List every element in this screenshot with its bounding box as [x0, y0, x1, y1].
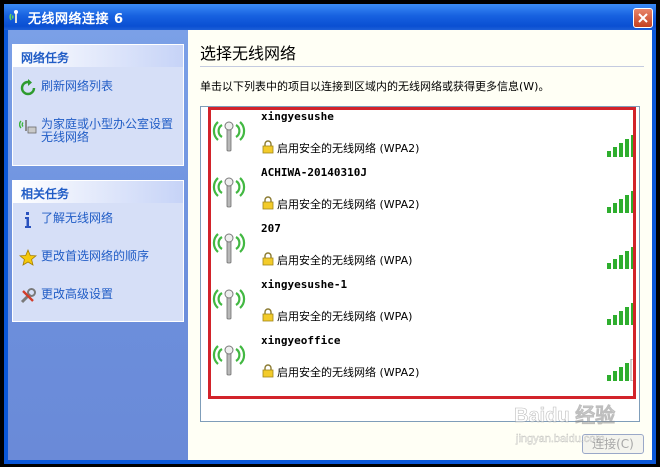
window: 无线网络连接 6 网络任务 刷新网络列表 为家庭或小型办公室设置无线网络 相关任…	[4, 4, 656, 464]
sidebar-item-label: 为家庭或小型办公室设置无线网络	[41, 117, 174, 144]
lock-icon	[262, 140, 274, 154]
wireless-connection-icon	[9, 10, 18, 23]
wireless-antenna-icon	[212, 121, 246, 152]
sidebar-item-advanced-settings[interactable]: 更改高级设置	[19, 287, 179, 307]
panel-header-related-tasks[interactable]: 相关任务	[13, 181, 183, 203]
network-security: 启用安全的无线网络 (WPA)	[277, 254, 413, 267]
network-security: 启用安全的无线网络 (WPA)	[277, 310, 413, 323]
lock-icon	[262, 196, 274, 210]
title-divider	[200, 66, 644, 67]
panel-header-network-tasks[interactable]: 网络任务	[13, 45, 183, 67]
sidebar-item-refresh-list[interactable]: 刷新网络列表	[19, 79, 179, 99]
window-title: 无线网络连接 6	[28, 12, 124, 27]
sidebar-item-label: 了解无线网络	[41, 211, 114, 225]
signal-strength-icon	[607, 135, 635, 157]
network-item[interactable]: xingyesushe 启用安全的无线网络 (WPA2)	[201, 107, 639, 163]
sidebar-item-preferred-order[interactable]: 更改首选网络的顺序	[19, 249, 179, 269]
network-ssid: xingyesushe-1	[261, 278, 348, 291]
network-tasks-panel: 网络任务 刷新网络列表 为家庭或小型办公室设置无线网络	[12, 44, 184, 166]
lock-icon	[262, 308, 274, 322]
network-ssid: xingyesushe	[261, 110, 334, 123]
network-ssid: ACHIWA-20140310J	[261, 166, 367, 179]
lock-icon	[262, 364, 274, 378]
network-ssid: xingyeoffice	[261, 334, 341, 347]
signal-strength-icon	[607, 359, 636, 381]
setup-wireless-icon	[19, 120, 37, 134]
related-tasks-panel: 相关任务 了解无线网络 更改首选网络的顺序 更改高级设置	[12, 180, 184, 322]
close-icon	[638, 13, 648, 23]
sidebar-item-learn-wireless[interactable]: 了解无线网络	[19, 211, 179, 231]
network-item[interactable]: 207 启用安全的无线网络 (WPA)	[201, 219, 639, 275]
signal-strength-icon	[607, 247, 635, 269]
main-content: 选择无线网络 单击以下列表中的项目以连接到区域内的无线网络或获得更多信息(W)。…	[188, 30, 652, 460]
network-security: 启用安全的无线网络 (WPA2)	[277, 366, 420, 379]
network-item[interactable]: xingyesushe-1 启用安全的无线网络 (WPA)	[201, 275, 639, 331]
signal-strength-icon	[607, 303, 635, 325]
wireless-antenna-icon	[212, 289, 246, 320]
sidebar-item-label: 更改高级设置	[41, 287, 114, 301]
network-ssid: 207	[261, 222, 281, 235]
page-title: 选择无线网络	[200, 44, 297, 63]
network-item[interactable]: xingyeoffice 启用安全的无线网络 (WPA2)	[201, 331, 639, 387]
lock-icon	[262, 252, 274, 266]
tools-icon	[20, 288, 36, 304]
sidebar-item-setup-wireless[interactable]: 为家庭或小型办公室设置无线网络	[19, 117, 179, 147]
task-sidebar: 网络任务 刷新网络列表 为家庭或小型办公室设置无线网络 相关任务 了解无线网络 …	[8, 30, 188, 460]
sidebar-item-label: 刷新网络列表	[41, 79, 114, 93]
network-item[interactable]: ACHIWA-20140310J 启用安全的无线网络 (WPA2)	[201, 163, 639, 219]
close-button[interactable]	[633, 8, 653, 28]
info-icon	[25, 212, 31, 228]
refresh-icon	[20, 79, 36, 96]
wireless-antenna-icon	[212, 345, 246, 376]
network-security: 启用安全的无线网络 (WPA2)	[277, 198, 420, 211]
wireless-antenna-icon	[212, 177, 246, 208]
instructions-text: 单击以下列表中的项目以连接到区域内的无线网络或获得更多信息(W)。	[200, 80, 550, 93]
connect-button[interactable]: 连接(C)	[582, 434, 644, 454]
wireless-antenna-icon	[212, 233, 246, 264]
signal-strength-icon	[607, 191, 635, 213]
sidebar-item-label: 更改首选网络的顺序	[41, 249, 150, 263]
network-security: 启用安全的无线网络 (WPA2)	[277, 142, 420, 155]
star-icon	[19, 249, 37, 266]
title-bar[interactable]: 无线网络连接 6	[4, 4, 656, 30]
network-list[interactable]: xingyesushe 启用安全的无线网络 (WPA2) ACHIWA-2014…	[200, 106, 640, 422]
